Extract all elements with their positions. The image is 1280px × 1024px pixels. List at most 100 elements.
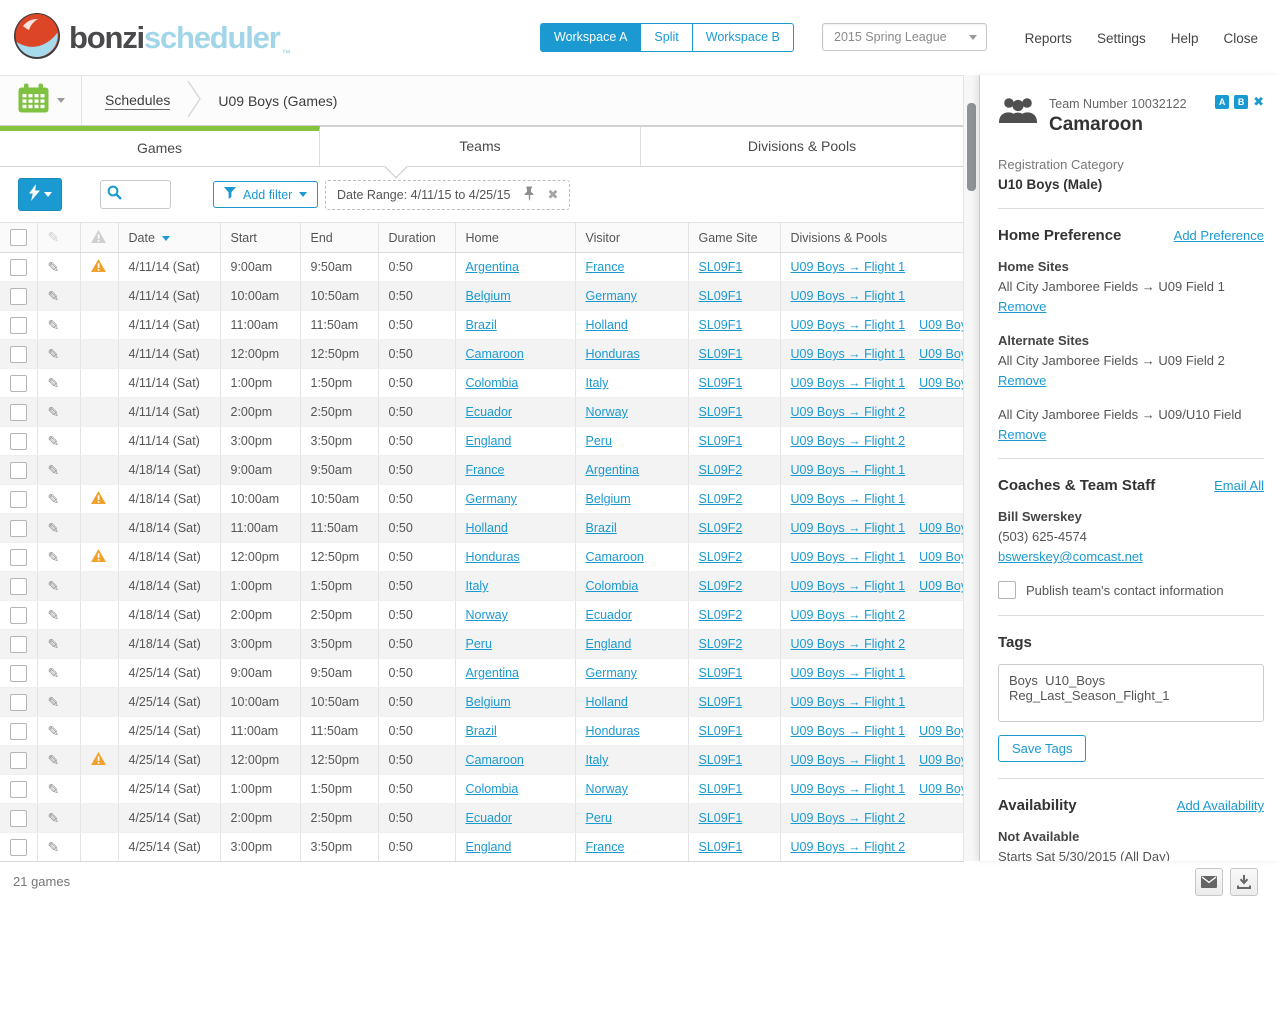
division-pool-link[interactable]: U09 Boys → Flight 1 — [791, 463, 906, 477]
publish-contact-checkbox[interactable] — [998, 581, 1016, 599]
division-pool-link[interactable]: U09 Boys → — [919, 550, 962, 564]
division-pool-link[interactable]: U09 Boys → Flight 2 — [791, 840, 906, 854]
add-availability-link[interactable]: Add Availability — [1177, 798, 1264, 813]
home-team-link[interactable]: Camaroon — [466, 347, 524, 361]
game-site-link[interactable]: SL09F1 — [699, 260, 743, 274]
home-team-link[interactable]: Italy — [466, 579, 489, 593]
column-header-date[interactable]: Date — [118, 222, 221, 253]
schedule-menu-button[interactable] — [0, 76, 82, 125]
tab-divisions-pools[interactable]: Divisions & Pools — [641, 126, 963, 167]
division-pool-link[interactable]: U09 Boys → Flight 2 — [791, 811, 906, 825]
edit-pencil-icon[interactable]: ✎ — [48, 781, 60, 797]
nav-close[interactable]: Close — [1223, 31, 1258, 46]
visitor-team-link[interactable]: Argentina — [586, 463, 640, 477]
column-header-home[interactable]: Home — [455, 222, 576, 253]
edit-pencil-icon[interactable]: ✎ — [48, 288, 60, 304]
table-scrollbar[interactable] — [963, 75, 979, 861]
edit-pencil-icon[interactable]: ✎ — [48, 491, 60, 507]
edit-pencil-icon[interactable]: ✎ — [48, 694, 60, 710]
edit-pencil-icon[interactable]: ✎ — [48, 549, 60, 565]
game-site-link[interactable]: SL09F1 — [699, 405, 743, 419]
division-pool-link[interactable]: U09 Boys → — [919, 782, 962, 796]
division-pool-link[interactable]: U09 Boys → Flight 1 — [791, 260, 906, 274]
column-header-visitor[interactable]: Visitor — [575, 222, 689, 253]
column-header-start[interactable]: Start — [220, 222, 301, 253]
row-checkbox[interactable] — [10, 316, 27, 334]
row-checkbox[interactable] — [10, 577, 27, 595]
home-team-link[interactable]: Ecuador — [466, 405, 513, 419]
home-team-link[interactable]: Colombia — [466, 376, 519, 390]
division-pool-link[interactable]: U09 Boys → Flight 1 — [791, 782, 906, 796]
row-checkbox[interactable] — [10, 664, 27, 682]
tab-teams[interactable]: Teams — [320, 126, 641, 167]
email-all-link[interactable]: Email All — [1214, 478, 1264, 493]
edit-pencil-icon[interactable]: ✎ — [48, 665, 60, 681]
visitor-team-link[interactable]: France — [586, 260, 625, 274]
tags-textarea[interactable]: Boys U10_Boys Reg_Last_Season_Flight_1 — [998, 664, 1264, 722]
game-site-link[interactable]: SL09F1 — [699, 289, 743, 303]
edit-pencil-icon[interactable]: ✎ — [48, 259, 60, 275]
home-team-link[interactable]: Belgium — [466, 695, 511, 709]
quick-actions-button[interactable] — [18, 178, 62, 211]
search-input[interactable] — [126, 186, 170, 203]
row-checkbox[interactable] — [10, 838, 27, 856]
row-checkbox[interactable] — [10, 693, 27, 711]
game-site-link[interactable]: SL09F2 — [699, 550, 743, 564]
edit-pencil-icon[interactable]: ✎ — [48, 520, 60, 536]
home-team-link[interactable]: Germany — [466, 492, 517, 506]
workspace-b-badge[interactable]: B — [1234, 95, 1249, 109]
home-team-link[interactable]: Brazil — [466, 724, 497, 738]
division-pool-link[interactable]: U09 Boys → — [919, 376, 962, 390]
game-site-link[interactable]: SL09F2 — [699, 463, 743, 477]
add-preference-link[interactable]: Add Preference — [1174, 228, 1264, 243]
visitor-team-link[interactable]: England — [586, 637, 632, 651]
row-checkbox[interactable] — [10, 780, 27, 798]
game-site-link[interactable]: SL09F1 — [699, 347, 743, 361]
download-games-button[interactable] — [1230, 868, 1258, 896]
save-tags-button[interactable]: Save Tags — [998, 735, 1087, 762]
edit-pencil-icon[interactable]: ✎ — [48, 607, 60, 623]
visitor-team-link[interactable]: Holland — [586, 318, 628, 332]
nav-help[interactable]: Help — [1171, 31, 1199, 46]
game-site-link[interactable]: SL09F1 — [699, 724, 743, 738]
game-site-link[interactable]: SL09F1 — [699, 811, 743, 825]
workspace-a-badge[interactable]: A — [1215, 95, 1230, 109]
home-team-link[interactable]: Peru — [466, 637, 492, 651]
split-button[interactable]: Split — [640, 23, 693, 52]
visitor-team-link[interactable]: Peru — [586, 811, 612, 825]
division-pool-link[interactable]: U09 Boys → Flight 1 — [791, 695, 906, 709]
row-checkbox[interactable] — [10, 461, 27, 479]
pin-icon[interactable] — [523, 186, 536, 204]
division-pool-link[interactable]: U09 Boys → — [919, 753, 962, 767]
column-header-game-site[interactable]: Game Site — [688, 222, 781, 253]
column-header-divisions[interactable]: Divisions & Pools — [780, 222, 964, 253]
visitor-team-link[interactable]: France — [586, 840, 625, 854]
home-team-link[interactable]: Camaroon — [466, 753, 524, 767]
division-pool-link[interactable]: U09 Boys → Flight 1 — [791, 753, 906, 767]
game-site-link[interactable]: SL09F1 — [699, 318, 743, 332]
division-pool-link[interactable]: U09 Boys → Flight 2 — [791, 434, 906, 448]
home-team-link[interactable]: England — [466, 840, 512, 854]
home-team-link[interactable]: Belgium — [466, 289, 511, 303]
remove-home-site-link[interactable]: Remove — [998, 299, 1046, 314]
row-checkbox[interactable] — [10, 258, 27, 276]
row-checkbox[interactable] — [10, 519, 27, 537]
home-team-link[interactable]: France — [466, 463, 505, 477]
row-checkbox[interactable] — [10, 548, 27, 566]
division-pool-link[interactable]: U09 Boys → — [919, 347, 962, 361]
home-team-link[interactable]: Ecuador — [466, 811, 513, 825]
division-pool-link[interactable]: U09 Boys → — [919, 521, 962, 535]
edit-pencil-icon[interactable]: ✎ — [48, 839, 60, 855]
home-team-link[interactable]: Norway — [466, 608, 508, 622]
game-site-link[interactable]: SL09F2 — [699, 521, 743, 535]
edit-pencil-icon[interactable]: ✎ — [48, 346, 60, 362]
visitor-team-link[interactable]: Peru — [586, 434, 612, 448]
visitor-team-link[interactable]: Honduras — [586, 724, 640, 738]
add-filter-button[interactable]: Add filter — [213, 181, 319, 208]
division-pool-link[interactable]: U09 Boys → Flight 2 — [791, 637, 906, 651]
visitor-team-link[interactable]: Holland — [586, 695, 628, 709]
edit-pencil-icon[interactable]: ✎ — [48, 810, 60, 826]
workspace-b-button[interactable]: Workspace B — [691, 23, 794, 52]
select-all-checkbox[interactable] — [10, 229, 27, 246]
home-team-link[interactable]: Argentina — [466, 666, 520, 680]
